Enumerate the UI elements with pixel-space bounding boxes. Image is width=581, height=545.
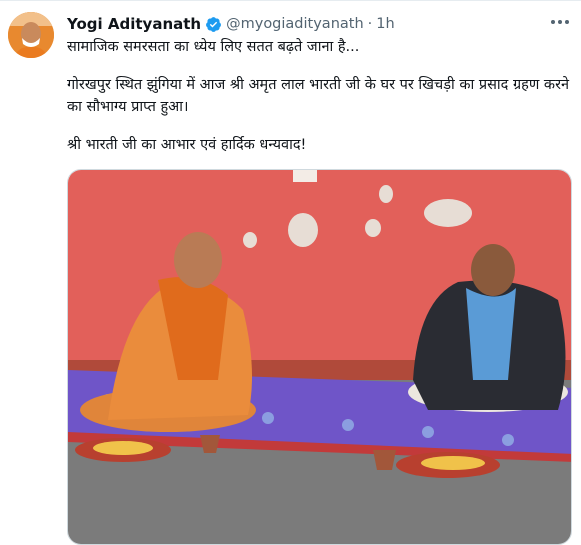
avatar-image bbox=[8, 12, 54, 58]
left-person-head bbox=[174, 232, 222, 288]
more-dot bbox=[558, 20, 562, 24]
tweet-timestamp[interactable]: 1h bbox=[376, 16, 394, 32]
verified-badge-icon bbox=[206, 16, 222, 32]
author-avatar[interactable] bbox=[8, 12, 54, 58]
top-divider bbox=[0, 0, 581, 1]
clay-cup-right bbox=[373, 450, 396, 470]
more-options-icon[interactable] bbox=[548, 12, 572, 32]
author-handle[interactable]: @myogiadityanath bbox=[226, 16, 364, 32]
food-right bbox=[421, 456, 485, 470]
wall-patch bbox=[424, 199, 472, 227]
author-name[interactable]: Yogi Adityanath bbox=[67, 15, 201, 33]
wall-patch bbox=[288, 213, 318, 247]
wall-patch bbox=[379, 185, 393, 203]
wall-patch bbox=[243, 232, 257, 248]
tweet-line-3: श्री भारती जी का आभार एवं हार्दिक धन्यवा… bbox=[67, 137, 307, 153]
tweet-line-2: गोरखपुर स्थित झुंगिया में आज श्री अमृत ल… bbox=[67, 77, 570, 115]
more-dot bbox=[565, 20, 569, 24]
tweet-line-1: सामाजिक समरसता का ध्येय लिए सतत बढ़ते जा… bbox=[67, 39, 360, 55]
photo-image bbox=[68, 170, 571, 544]
separator-dot: · bbox=[367, 16, 373, 32]
tweet-photo[interactable] bbox=[67, 169, 572, 545]
food-left bbox=[93, 441, 153, 455]
tweet-header: Yogi Adityanath @myogiadityanath · 1h bbox=[67, 13, 395, 35]
right-person-scarf bbox=[466, 288, 516, 380]
right-person-head bbox=[471, 244, 515, 296]
wall-patch bbox=[293, 170, 317, 182]
wall-patch bbox=[365, 219, 381, 237]
more-dot bbox=[551, 20, 555, 24]
